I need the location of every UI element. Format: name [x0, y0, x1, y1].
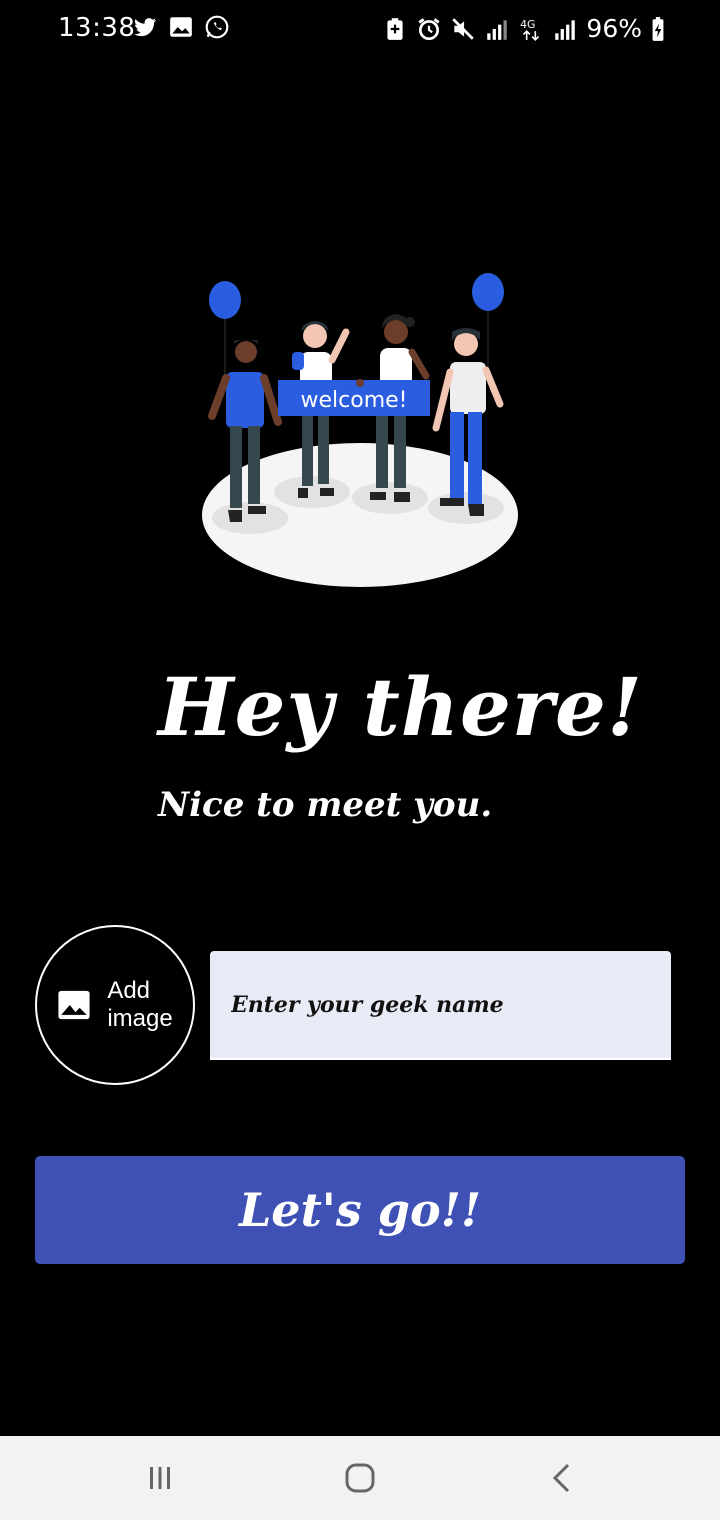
home-icon — [345, 1463, 375, 1493]
image-icon — [58, 990, 90, 1020]
mute-icon — [452, 17, 475, 40]
battery-saver-icon — [387, 17, 404, 40]
lets-go-button[interactable]: Let's go!! — [35, 1156, 685, 1264]
4g-icon: 4G — [521, 17, 540, 41]
page-subtitle: Nice to meet you. — [158, 785, 493, 825]
page-title: Hey there! — [158, 660, 643, 754]
signal-icon — [555, 19, 576, 40]
navigation-bar — [0, 1436, 720, 1520]
image-icon — [170, 17, 192, 37]
alarm-icon — [418, 17, 440, 40]
status-time: 13:38 — [58, 13, 136, 43]
back-chevron-icon — [552, 1463, 570, 1493]
notification-icons — [132, 14, 230, 40]
add-image-button[interactable]: Add image — [35, 925, 195, 1085]
recent-apps-button[interactable] — [130, 1458, 190, 1498]
signal-icon — [487, 19, 508, 40]
home-button[interactable] — [330, 1458, 390, 1498]
svg-text:4G: 4G — [521, 17, 536, 30]
geek-name-input[interactable] — [210, 951, 671, 1060]
banner-text: welcome! — [301, 388, 408, 413]
back-button[interactable] — [532, 1458, 592, 1498]
twitter-icon — [134, 18, 157, 37]
system-icons: 4G 96% — [382, 14, 666, 43]
battery-charging-icon — [652, 16, 664, 41]
status-bar: 13:38 4G 96% — [0, 0, 720, 60]
whatsapp-icon — [205, 15, 229, 39]
recent-apps-icon — [150, 1467, 170, 1489]
battery-percentage: 96% — [586, 14, 642, 43]
welcome-illustration: welcome! — [202, 273, 518, 587]
add-image-label: Add image — [107, 977, 173, 1032]
